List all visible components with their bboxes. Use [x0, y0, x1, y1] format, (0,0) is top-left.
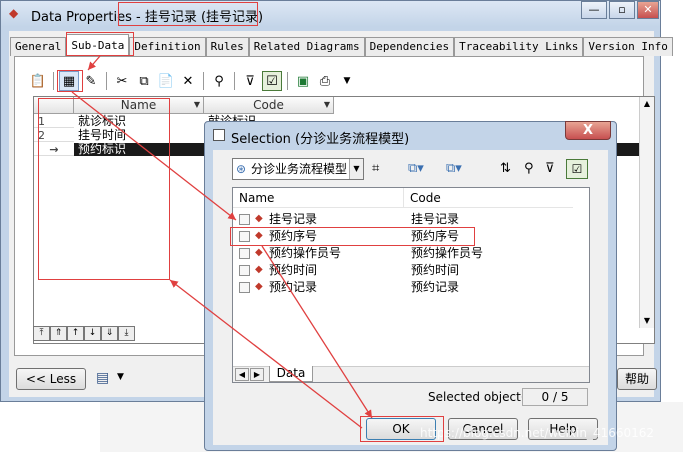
- arrow-button-to-list: [71, 91, 237, 221]
- arrow-tab-to-button: [87, 55, 101, 71]
- screenshot: ◆ Data Properties - 挂号记录 (挂号记录) — ▫ ✕ Ge…: [0, 0, 683, 452]
- arrow-item-to-ok: [261, 245, 373, 419]
- arrow-ok-to-grid: [169, 279, 363, 429]
- annotation-arrows: [71, 55, 373, 429]
